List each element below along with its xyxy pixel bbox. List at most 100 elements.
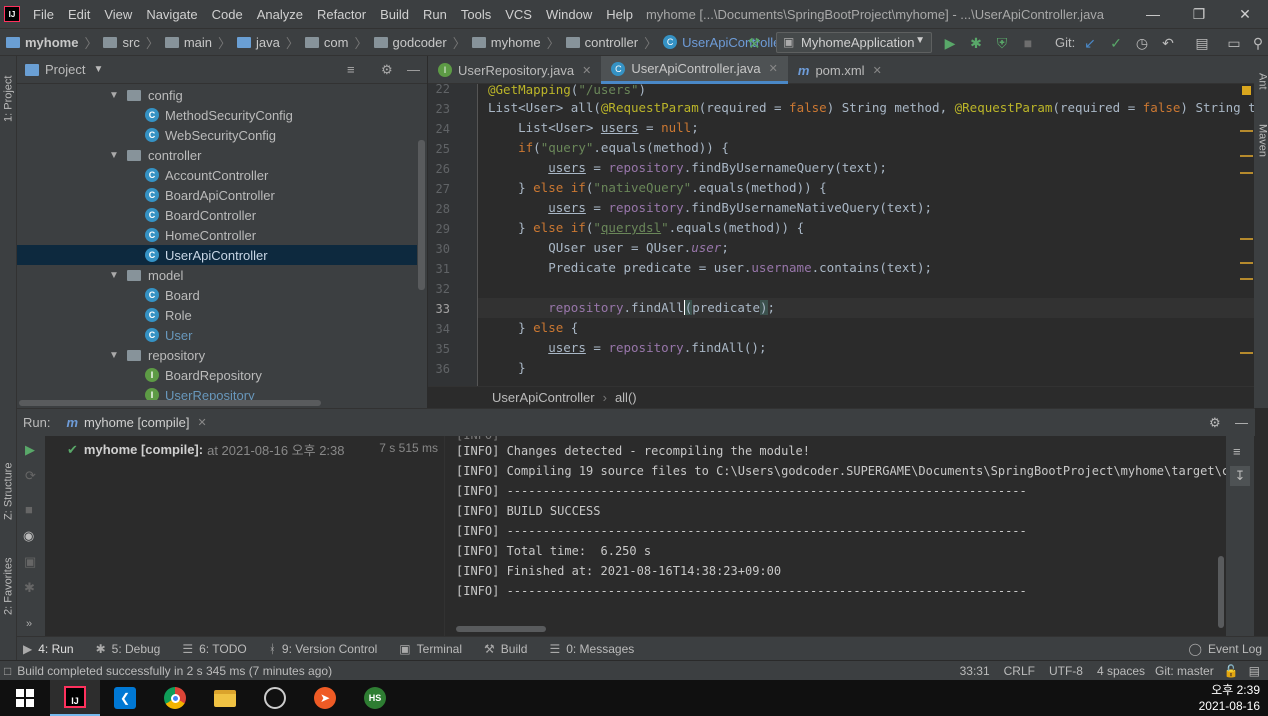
horizontal-scrollbar[interactable]: [19, 400, 321, 406]
menu-build[interactable]: Build: [380, 7, 409, 22]
close-icon[interactable]: ✕: [769, 62, 778, 75]
status-toggle-icon[interactable]: □: [4, 664, 11, 678]
ant-tool-tab[interactable]: Ant: [1254, 66, 1268, 96]
tree-item[interactable]: C HomeController: [17, 225, 417, 245]
presentation-icon[interactable]: ▭: [1224, 33, 1244, 53]
search-icon[interactable]: ⚲: [1248, 33, 1268, 53]
expand-arrow-icon[interactable]: ▼: [109, 270, 119, 281]
tool-tab-terminal[interactable]: ▣ Terminal: [399, 642, 462, 656]
eye-icon[interactable]: ◉: [23, 528, 34, 544]
tree-item[interactable]: I BoardRepository: [17, 365, 417, 385]
editor-breadcrumb-method[interactable]: all(): [615, 390, 637, 405]
tool-tab-todo[interactable]: ☰ 6: TODO: [182, 642, 246, 656]
expand-arrow-icon[interactable]: ▼: [109, 90, 119, 101]
camera-icon[interactable]: ▣: [24, 554, 36, 570]
menu-code[interactable]: Code: [212, 7, 243, 22]
menu-navigate[interactable]: Navigate: [146, 7, 197, 22]
tool-tab-build[interactable]: ⚒ Build: [484, 642, 527, 656]
hs-app-taskbar-icon[interactable]: HS: [350, 680, 400, 716]
tool-tab-messages[interactable]: ☰ 0: Messages: [549, 642, 634, 656]
structure-tool-tab[interactable]: Z: Structure: [0, 451, 17, 531]
warning-indicator-icon[interactable]: [1242, 86, 1251, 95]
tree-folder[interactable]: ▼ model: [17, 265, 417, 285]
breadcrumb-com[interactable]: com 〉: [304, 33, 368, 52]
vscode-taskbar-icon[interactable]: ❮: [100, 680, 150, 716]
file-explorer-taskbar-icon[interactable]: [200, 680, 250, 716]
tool-tab-run[interactable]: ▶ 4: Run: [23, 642, 74, 656]
tree-folder[interactable]: ▼ controller: [17, 145, 417, 165]
coverage-icon[interactable]: ⛨: [992, 33, 1012, 53]
project-panel-title[interactable]: Project: [45, 62, 85, 77]
vertical-scrollbar[interactable]: [418, 140, 425, 290]
tree-item[interactable]: C UserApiController: [17, 245, 417, 265]
menu-vcs[interactable]: VCS: [505, 7, 532, 22]
run-tab-label[interactable]: myhome [compile]: [84, 415, 189, 430]
intellij-taskbar-icon[interactable]: IJ: [50, 680, 100, 716]
stop-icon[interactable]: ■: [25, 502, 33, 517]
expand-arrow-icon[interactable]: ▼: [109, 350, 119, 361]
intellij-logo-icon[interactable]: IJ: [4, 6, 20, 22]
run-icon[interactable]: ▶: [940, 33, 960, 53]
tree-item[interactable]: C BoardApiController: [17, 185, 417, 205]
project-tool-tab[interactable]: 1: Project: [0, 64, 17, 134]
caret-position[interactable]: 33:31: [960, 664, 990, 678]
tree-item[interactable]: C MethodSecurityConfig: [17, 105, 417, 125]
tool-tab-version-control[interactable]: ᚼ 9: Version Control: [269, 642, 378, 656]
warning-marker[interactable]: [1240, 130, 1253, 132]
git-commit-icon[interactable]: ✓: [1106, 33, 1126, 53]
expand-arrow-icon[interactable]: ▼: [109, 150, 119, 161]
breadcrumb-controller[interactable]: controller 〉: [565, 33, 657, 52]
debug-icon[interactable]: ✱: [966, 33, 986, 53]
line-separator[interactable]: CRLF: [1004, 664, 1035, 678]
git-update-icon[interactable]: ↙: [1080, 33, 1100, 53]
gear-icon[interactable]: ⚙: [1209, 415, 1221, 431]
tree-item[interactable]: C AccountController: [17, 165, 417, 185]
file-encoding[interactable]: UTF-8: [1049, 664, 1083, 678]
menu-refactor[interactable]: Refactor: [317, 7, 366, 22]
breadcrumb-myhome-pkg[interactable]: myhome 〉: [471, 33, 560, 52]
menu-help[interactable]: Help: [606, 7, 633, 22]
breadcrumb-myhome[interactable]: myhome 〉: [6, 33, 97, 52]
gear-icon[interactable]: ⚙: [381, 62, 393, 78]
tree-item[interactable]: C Board: [17, 285, 417, 305]
history-icon[interactable]: ◷: [1132, 33, 1152, 53]
tree-item[interactable]: C User: [17, 325, 417, 345]
collapse-all-icon[interactable]: ≡: [347, 62, 355, 77]
lock-icon[interactable]: 🔓: [1224, 664, 1239, 678]
postman-taskbar-icon[interactable]: ➤: [300, 680, 350, 716]
tab-userrepository[interactable]: I UserRepository.java ✕: [428, 56, 601, 84]
scroll-to-end-icon[interactable]: ↧: [1230, 466, 1250, 486]
tree-folder[interactable]: ▼ repository: [17, 345, 417, 365]
rollback-icon[interactable]: ↶: [1158, 33, 1178, 53]
breadcrumb-godcoder[interactable]: godcoder 〉: [373, 33, 466, 52]
run-config-select[interactable]: ▣ MyhomeApplication ▼: [776, 32, 932, 53]
minimize-button[interactable]: —: [1130, 0, 1176, 28]
build-hammer-icon[interactable]: ⚒: [744, 33, 764, 53]
maven-tool-tab[interactable]: Maven: [1254, 116, 1268, 166]
run-tree-item[interactable]: ✔ myhome [compile]: at 2021-08-16 오후 2:3…: [67, 440, 345, 459]
status-message[interactable]: Build completed successfully in 2 s 345 …: [17, 664, 332, 678]
menu-run[interactable]: Run: [423, 7, 447, 22]
code-editor[interactable]: 22 23 24 25 26 27 28 29 30 31 32 33 34 35 36 @GetMappi…: [428, 84, 1254, 386]
close-icon[interactable]: ✕: [198, 416, 207, 429]
chrome-taskbar-icon[interactable]: [150, 680, 200, 716]
warning-marker[interactable]: [1240, 352, 1253, 354]
debug-icon[interactable]: ✱: [24, 580, 35, 596]
warning-marker[interactable]: [1240, 278, 1253, 280]
hide-icon[interactable]: —: [407, 62, 420, 77]
chevron-down-icon[interactable]: ▼: [93, 64, 103, 75]
tree-item[interactable]: C BoardController: [17, 205, 417, 225]
tab-userapicontroller[interactable]: C UserApiController.java ✕: [601, 56, 788, 84]
tab-pom[interactable]: m pom.xml ✕: [788, 56, 892, 84]
windows-start-icon[interactable]: [0, 680, 50, 716]
favorites-tool-tab[interactable]: 2: Favorites: [0, 546, 17, 626]
warning-marker[interactable]: [1240, 262, 1253, 264]
menu-edit[interactable]: Edit: [68, 7, 90, 22]
system-clock[interactable]: 오후 2:39 2021-08-16: [1199, 682, 1260, 714]
indent-setting[interactable]: 4 spaces: [1097, 664, 1145, 678]
breadcrumb-main[interactable]: main 〉: [164, 33, 231, 52]
console-output[interactable]: [INFO] ---------- ------------------ ---…: [446, 436, 1226, 636]
menu-window[interactable]: Window: [546, 7, 592, 22]
rerun-icon[interactable]: ▶: [25, 442, 35, 458]
tool-tab-debug[interactable]: ✱ 5: Debug: [96, 642, 161, 656]
